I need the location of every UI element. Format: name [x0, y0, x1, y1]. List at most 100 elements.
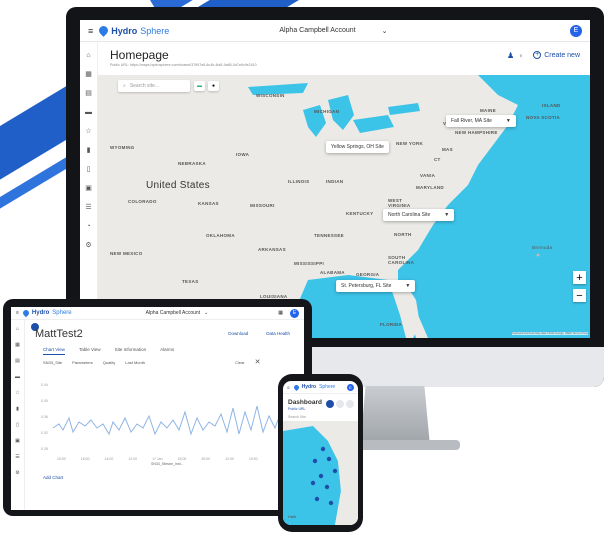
main-content: Homepage Public URL: https://maps.hydros… — [98, 42, 590, 338]
user-avatar[interactable]: E — [570, 24, 582, 37]
phone-search-input[interactable]: Search Site — [288, 415, 306, 419]
file-icon[interactable]: ▯ — [87, 166, 91, 173]
data-health-button[interactable]: Data Health — [266, 331, 290, 336]
people-icon[interactable] — [326, 400, 334, 408]
site-dropdown-north-carolina[interactable]: North Carolina Site ▼ — [383, 209, 455, 221]
x-tick: 18:00 — [177, 457, 187, 461]
hamburger-menu-icon[interactable]: ≡ — [287, 385, 290, 390]
list-icon[interactable]: ☰ — [15, 454, 19, 460]
map-label: MAINE — [480, 108, 496, 113]
header-icons: ♟ ◐ — [507, 51, 524, 60]
map-label: WYOMING — [110, 145, 135, 150]
file-icon[interactable]: ▯ — [16, 422, 19, 428]
map-label: INDIAN — [326, 179, 344, 184]
map-label: GEORGIA — [356, 272, 380, 277]
map-layer-button[interactable]: ▬ — [194, 81, 205, 91]
user-avatar[interactable]: E — [347, 383, 354, 391]
home-icon[interactable]: ⌂ — [16, 326, 19, 332]
calendar-icon[interactable]: ▣ — [85, 185, 92, 192]
x-tick: 14:00 — [104, 457, 114, 461]
settings-icon[interactable]: ⚙ — [85, 242, 91, 249]
map-label: Bermuda — [532, 245, 553, 250]
parameters-filter[interactable]: Parameters — [72, 360, 93, 366]
map-search-input[interactable]: ⌕ Search site... — [118, 80, 190, 92]
site-filter[interactable]: SN33_Site — [43, 360, 62, 366]
map-pin-button[interactable]: ● — [208, 81, 219, 91]
layer-icon: ▬ — [197, 83, 202, 89]
chevron-down-icon: ⌄ — [204, 310, 209, 316]
tab-bar: Chart View Table View Site Information A… — [43, 347, 174, 355]
tab-chart-view[interactable]: Chart View — [43, 347, 65, 355]
date-range-filter[interactable]: Last Month — [125, 360, 145, 366]
map-label: NEBRASKA — [178, 161, 206, 166]
app-logo[interactable]: Hydro Sphere — [292, 383, 335, 391]
app-logo[interactable]: Hydro Sphere — [21, 308, 72, 318]
caret-down-icon: ▼ — [444, 212, 450, 218]
desktop-screen: ≡ Hydro Sphere Alpha Campbell Account ⌄ E… — [80, 20, 590, 338]
site-dropdown-st-petersburg[interactable]: St. Petersburg, FL Site ▼ — [336, 280, 416, 292]
map-label: MISSISSIPPI — [294, 261, 325, 266]
x-tick: 20:00 — [201, 457, 211, 461]
caret-down-icon: ▼ — [505, 118, 511, 124]
grid-icon[interactable]: ▤ — [85, 90, 92, 97]
map-attribution: Keyboard shortcuts Map data ©2022 Google… — [512, 332, 588, 335]
dashboard-icon[interactable]: ▦ — [15, 342, 20, 348]
clock-icon[interactable]: ◔ — [86, 223, 90, 230]
site-dropdown-fall-river[interactable]: Fall River, MA Site ▼ — [446, 115, 516, 127]
user-avatar[interactable]: E — [290, 308, 299, 318]
folder-icon[interactable]: ▬ — [15, 374, 20, 380]
star-icon[interactable]: ☆ — [15, 390, 19, 396]
map-label: OKLAHOMA — [206, 233, 235, 238]
page-title: MattTest2 — [35, 328, 83, 340]
download-button[interactable]: Download — [228, 331, 248, 336]
monitor-stand — [360, 386, 430, 446]
hamburger-menu-icon[interactable]: ≡ — [88, 26, 93, 36]
account-selector[interactable]: Alpha Campbell Account — [146, 310, 200, 316]
map-label: ARKANSAS — [258, 247, 286, 252]
add-icon[interactable] — [346, 400, 354, 408]
map-label: NEW HAMPSHIRE — [455, 130, 498, 135]
folder-icon[interactable]: ▬ — [85, 109, 92, 116]
dashboard-icon[interactable]: ▦ — [85, 71, 92, 78]
site-dropdown-yellow-springs[interactable]: Yellow Springs, OH Site — [326, 141, 389, 153]
pin-icon: ● — [211, 83, 216, 89]
tab-alarms[interactable]: Alarms — [160, 347, 174, 355]
zoom-in-button[interactable]: + — [573, 271, 586, 284]
settings-icon[interactable]: ⚙ — [15, 470, 19, 476]
calendar-icon[interactable]: ▣ — [15, 438, 20, 444]
map-label: Haiti — [288, 514, 297, 519]
star-icon[interactable]: ☆ — [85, 128, 91, 135]
phone-map[interactable]: Haiti — [283, 421, 358, 525]
desktop-topbar: ≡ Hydro Sphere Alpha Campbell Account ⌄ E — [80, 20, 590, 42]
list-icon[interactable]: ☰ — [85, 204, 91, 211]
close-icon[interactable]: ✕ — [255, 358, 261, 366]
clear-button[interactable]: Clear — [235, 360, 245, 366]
create-new-button[interactable]: + Create new — [533, 51, 580, 59]
grid-icon[interactable]: ▤ — [15, 358, 20, 364]
tab-table-view[interactable]: Table View — [79, 347, 101, 355]
map-label: NORTH — [394, 232, 412, 237]
add-chart-button[interactable]: Add Chart — [43, 475, 63, 480]
public-url[interactable]: Public URL: https://maps.hydrosphere.com… — [110, 63, 257, 67]
tablet-topbar: ≡ Hydro Sphere Alpha Campbell Account ⌄ ▦… — [11, 307, 304, 320]
account-selector[interactable]: Alpha Campbell Account ⌄ — [279, 27, 387, 35]
apps-grid-icon[interactable]: ▦ — [278, 310, 283, 316]
app-logo[interactable]: Hydro Sphere — [97, 24, 169, 37]
document-icon[interactable]: ▮ — [16, 406, 19, 412]
map-label: MISSOURI — [250, 203, 275, 208]
hamburger-menu-icon[interactable]: ≡ — [16, 310, 19, 316]
zoom-out-button[interactable]: − — [573, 289, 586, 302]
map-label: TENNESSEE — [314, 233, 344, 238]
public-url-link[interactable]: Public URL — [288, 407, 306, 411]
toggle-icon[interactable] — [336, 400, 344, 408]
people-icon[interactable]: ♟ — [507, 51, 514, 60]
phone-header-icons — [326, 400, 354, 408]
home-icon[interactable]: ⌂ — [86, 52, 90, 59]
x-tick: 12:00 — [128, 457, 138, 461]
document-icon[interactable]: ▮ — [87, 147, 91, 154]
tab-site-information[interactable]: Site Information — [115, 347, 147, 355]
x-tick: 17 Jan — [152, 457, 163, 461]
toggle-icon[interactable]: ◐ — [519, 51, 524, 60]
quality-filter[interactable]: Quality — [103, 360, 115, 366]
map-label: FLORIDA — [380, 322, 403, 327]
